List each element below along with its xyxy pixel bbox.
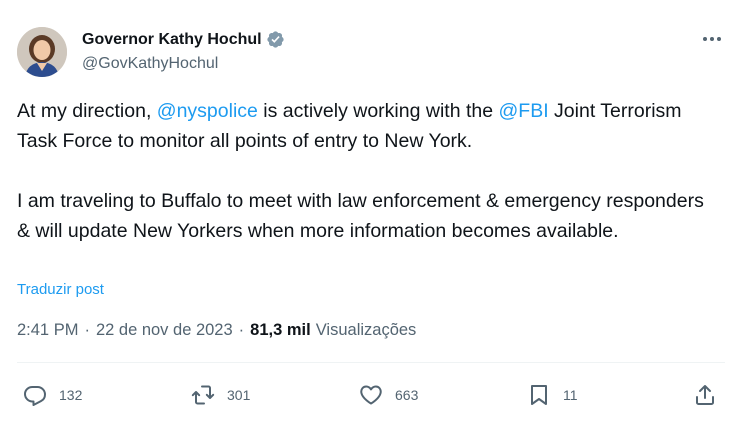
tweet-paragraph-2: I am traveling to Buffalo to meet with l…: [17, 190, 704, 242]
tweet-paragraph-1: At my direction, @nyspolice is actively …: [17, 96, 722, 156]
bookmark-icon: [531, 385, 547, 405]
tweet-text-segment: At my direction,: [17, 100, 157, 122]
meta-separator: ·: [84, 321, 90, 339]
meta-separator: ·: [238, 321, 245, 339]
tweet-meta: 2:41 PM · 22 de nov de 2023 · 81,3 mil V…: [17, 321, 416, 340]
reply-count: 132: [59, 387, 83, 403]
reply-button[interactable]: 132: [23, 380, 82, 410]
tweet-date[interactable]: 22 de nov de 2023: [96, 321, 233, 340]
mention-nyspolice-link[interactable]: @nyspolice: [157, 100, 258, 122]
translate-post-link[interactable]: Traduzir post: [17, 281, 104, 298]
views-label: Visualizações: [315, 321, 417, 339]
share-button[interactable]: [693, 380, 717, 410]
author-display-name[interactable]: Governor Kathy Hochul: [82, 31, 262, 49]
repost-icon: [191, 385, 215, 405]
more-dots-icon: [703, 37, 721, 41]
author-handle[interactable]: @GovKathyHochul: [82, 55, 218, 73]
profile-photo: [17, 27, 67, 77]
repost-button[interactable]: 301: [191, 380, 250, 410]
tweet-text: At my direction, @nyspolice is actively …: [17, 96, 722, 246]
heart-icon: [360, 385, 382, 405]
tweet-time[interactable]: 2:41 PM: [17, 321, 78, 340]
mention-fbi-link[interactable]: @FBI: [498, 100, 548, 122]
author-name-row[interactable]: Governor Kathy Hochul: [82, 30, 285, 49]
bookmark-count: 11: [563, 387, 578, 403]
avatar[interactable]: [17, 27, 67, 77]
repost-count: 301: [227, 387, 251, 403]
bookmark-button[interactable]: 11: [527, 380, 578, 410]
like-button[interactable]: 663: [359, 380, 418, 410]
more-options-button[interactable]: [699, 28, 725, 50]
verified-badge-icon[interactable]: [266, 30, 285, 49]
like-count: 663: [395, 387, 419, 403]
tweet-text-segment: is actively working with the: [257, 100, 499, 122]
divider: [17, 362, 725, 363]
reply-icon: [24, 386, 46, 406]
views-count: 81,3 mil: [250, 321, 311, 339]
share-icon: [696, 385, 714, 405]
